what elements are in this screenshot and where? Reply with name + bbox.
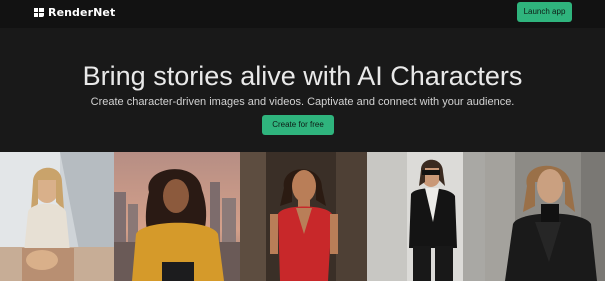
- launch-app-button[interactable]: Launch app: [517, 2, 572, 22]
- brand-name: RenderNet: [48, 6, 116, 19]
- brand-logo[interactable]: RenderNet: [34, 7, 115, 19]
- gallery-image-3: [240, 152, 367, 281]
- gallery-image-5: [485, 152, 605, 281]
- character-gallery: [0, 152, 605, 281]
- top-navigation-bar: RenderNet Launch app: [0, 0, 605, 28]
- gallery-image-4: [367, 152, 485, 281]
- create-for-free-button[interactable]: Create for free: [262, 115, 334, 135]
- rendernet-logo-icon: [34, 8, 44, 18]
- gallery-image-1: [0, 152, 114, 281]
- hero-subtitle: Create character-driven images and video…: [90, 96, 515, 108]
- hero-title: Bring stories alive with AI Characters: [82, 61, 523, 91]
- gallery-image-2: [114, 152, 240, 281]
